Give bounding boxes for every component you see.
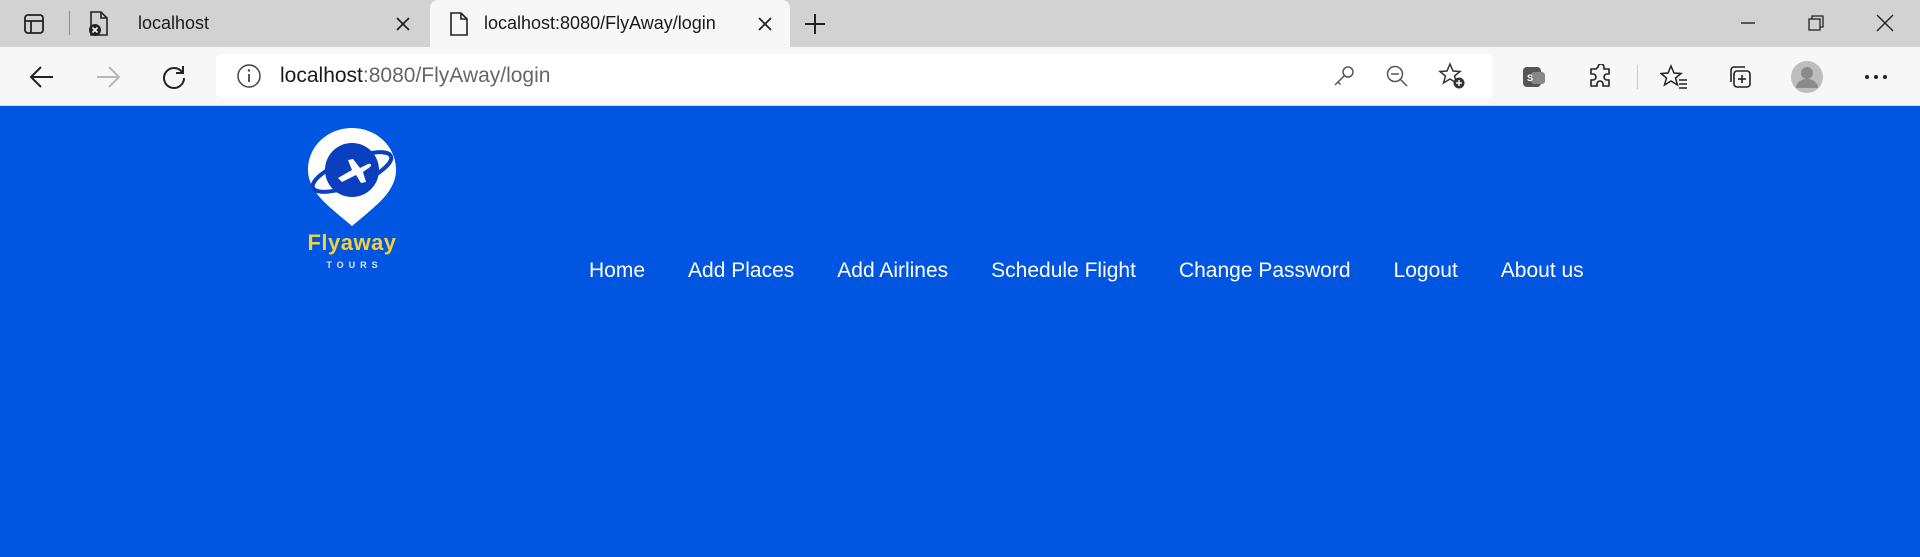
plus-icon bbox=[805, 14, 825, 34]
tab-actions-icon bbox=[24, 14, 44, 34]
close-tab-icon[interactable] bbox=[752, 11, 778, 37]
settings-menu-button[interactable] bbox=[1856, 57, 1896, 97]
zoom-out-icon[interactable] bbox=[1382, 61, 1412, 91]
refresh-icon bbox=[163, 66, 185, 89]
collections-button[interactable] bbox=[1720, 57, 1760, 97]
nav-link-change-password[interactable]: Change Password bbox=[1179, 258, 1351, 284]
refresh-button[interactable] bbox=[154, 57, 194, 97]
puzzle-icon bbox=[1590, 64, 1610, 87]
restore-icon bbox=[1808, 14, 1824, 31]
nav-link-about-us[interactable]: About us bbox=[1501, 258, 1584, 284]
tab-title: localhost bbox=[138, 13, 210, 33]
key-icon[interactable] bbox=[1329, 61, 1359, 91]
address-url: localhost:8080/FlyAway/login bbox=[280, 64, 550, 88]
tab-localhost[interactable]: localhost bbox=[86, 0, 424, 47]
nav-link-logout[interactable]: Logout bbox=[1394, 258, 1458, 284]
restore-button[interactable] bbox=[1783, 0, 1849, 45]
url-path: :8080/FlyAway/login bbox=[362, 64, 551, 87]
back-button[interactable] bbox=[22, 57, 62, 97]
browser-toolbar: localhost:8080/FlyAway/login S bbox=[0, 47, 1920, 106]
logo-subtitle-text: TOURS bbox=[326, 260, 383, 270]
tab-separator bbox=[69, 11, 70, 35]
forward-button[interactable] bbox=[88, 57, 128, 97]
browser-tabstrip: localhost localhost:8080/FlyAway/login bbox=[0, 0, 1920, 47]
extension-app-icon: S bbox=[1523, 67, 1545, 87]
minimize-icon bbox=[1741, 21, 1755, 24]
profile-button[interactable] bbox=[1787, 57, 1827, 97]
url-host: localhost bbox=[280, 64, 363, 87]
nav-link-add-airlines[interactable]: Add Airlines bbox=[837, 258, 948, 284]
main-nav: Home Add Places Add Airlines Schedule Fl… bbox=[589, 258, 1584, 284]
nav-link-add-places[interactable]: Add Places bbox=[688, 258, 794, 284]
tab-login[interactable]: localhost:8080/FlyAway/login bbox=[430, 0, 790, 47]
more-options-icon bbox=[1865, 75, 1887, 79]
address-bar[interactable]: localhost:8080/FlyAway/login bbox=[216, 54, 1492, 98]
page-content: Flyaway TOURS Home Add Places Add Airlin… bbox=[0, 106, 1920, 557]
page-icon bbox=[446, 11, 472, 37]
location-pin-plane-icon bbox=[308, 128, 396, 226]
favorites-button[interactable] bbox=[1654, 57, 1694, 97]
close-window-button[interactable] bbox=[1852, 0, 1918, 45]
close-tab-icon[interactable] bbox=[390, 11, 416, 37]
forward-arrow-icon bbox=[97, 66, 121, 88]
favorites-icon bbox=[1660, 64, 1687, 89]
add-favorite-icon[interactable] bbox=[1437, 61, 1467, 91]
site-info-icon[interactable] bbox=[234, 61, 264, 91]
logo-brand-text: Flyaway bbox=[307, 230, 397, 255]
collections-icon bbox=[1730, 66, 1751, 88]
close-window-icon bbox=[1876, 14, 1894, 31]
extension-button[interactable]: S bbox=[1515, 57, 1555, 97]
toolbar-separator bbox=[1637, 65, 1638, 89]
nav-link-schedule-flight[interactable]: Schedule Flight bbox=[991, 258, 1136, 284]
avatar-icon bbox=[1791, 61, 1823, 93]
site-logo[interactable]: Flyaway TOURS bbox=[300, 126, 404, 278]
back-arrow-icon bbox=[29, 66, 53, 88]
minimize-button[interactable] bbox=[1715, 0, 1781, 45]
tab-actions-button[interactable] bbox=[16, 9, 52, 39]
tab-title: localhost:8080/FlyAway/login bbox=[484, 13, 716, 33]
svg-text:S: S bbox=[1527, 73, 1533, 83]
nav-link-home[interactable]: Home bbox=[589, 258, 645, 284]
extensions-button[interactable] bbox=[1581, 57, 1621, 97]
new-tab-button[interactable] bbox=[800, 10, 830, 38]
page-error-icon bbox=[86, 10, 112, 37]
